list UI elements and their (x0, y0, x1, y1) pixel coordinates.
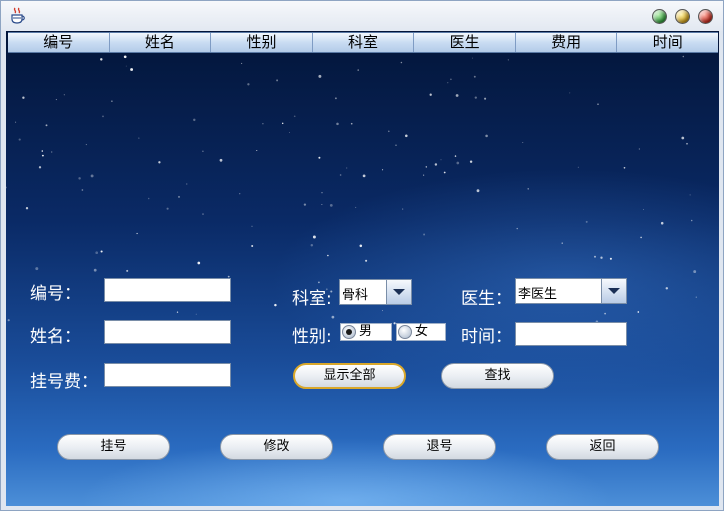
radio-selected-icon (342, 325, 356, 339)
cancel-registration-button[interactable]: 退号 (383, 434, 496, 460)
java-coffee-cup-icon (11, 7, 25, 24)
search-button[interactable]: 查找 (441, 363, 554, 389)
app-window: 编号 姓名 性别 科室 医生 费用 时间 编号： 姓名： 挂号费： 科室: 骨科 性别: 男… (0, 0, 724, 511)
table-column-header[interactable]: 性别 (211, 33, 313, 52)
title-bar[interactable] (1, 1, 723, 31)
gender-male-label: 男 (359, 324, 373, 339)
table-column-header[interactable]: 医生 (414, 33, 516, 52)
id-field[interactable] (104, 278, 231, 302)
gender-label: 性别: (292, 327, 332, 347)
table-header: 编号 姓名 性别 科室 医生 费用 时间 (8, 32, 718, 53)
close-button[interactable] (698, 9, 713, 24)
table-column-header[interactable]: 科室 (313, 33, 415, 52)
dept-label: 科室: (292, 289, 332, 309)
id-label: 编号： (30, 284, 81, 304)
chevron-down-icon[interactable] (386, 280, 411, 304)
radio-unselected-icon (398, 325, 412, 339)
table-column-header[interactable]: 费用 (516, 33, 618, 52)
doctor-label: 医生： (461, 289, 512, 309)
table-column-header[interactable]: 姓名 (110, 33, 212, 52)
minimize-button[interactable] (652, 9, 667, 24)
name-label: 姓名： (30, 327, 81, 347)
gender-male-radio[interactable]: 男 (340, 323, 392, 341)
show-all-button[interactable]: 显示全部 (293, 363, 406, 389)
doctor-dropdown[interactable]: 李医生 (515, 278, 627, 304)
chevron-down-icon[interactable] (601, 279, 626, 303)
register-button[interactable]: 挂号 (57, 434, 170, 460)
table-column-header[interactable]: 编号 (8, 33, 110, 52)
modify-button[interactable]: 修改 (220, 434, 333, 460)
fee-field[interactable] (104, 363, 231, 387)
time-field[interactable] (515, 322, 627, 346)
time-label: 时间： (461, 327, 512, 347)
gender-female-radio[interactable]: 女 (396, 323, 446, 341)
main-panel: 编号 姓名 性别 科室 医生 费用 时间 编号： 姓名： 挂号费： 科室: 骨科 性别: 男… (6, 31, 719, 506)
table-column-header[interactable]: 时间 (617, 33, 718, 52)
dept-dropdown-value: 骨科 (342, 288, 369, 303)
maximize-button[interactable] (675, 9, 690, 24)
name-field[interactable] (104, 320, 231, 344)
fee-label: 挂号费： (30, 372, 98, 392)
dept-dropdown[interactable]: 骨科 (339, 279, 412, 305)
gender-female-label: 女 (415, 324, 429, 339)
back-button[interactable]: 返回 (546, 434, 659, 460)
doctor-dropdown-value: 李医生 (518, 287, 558, 302)
